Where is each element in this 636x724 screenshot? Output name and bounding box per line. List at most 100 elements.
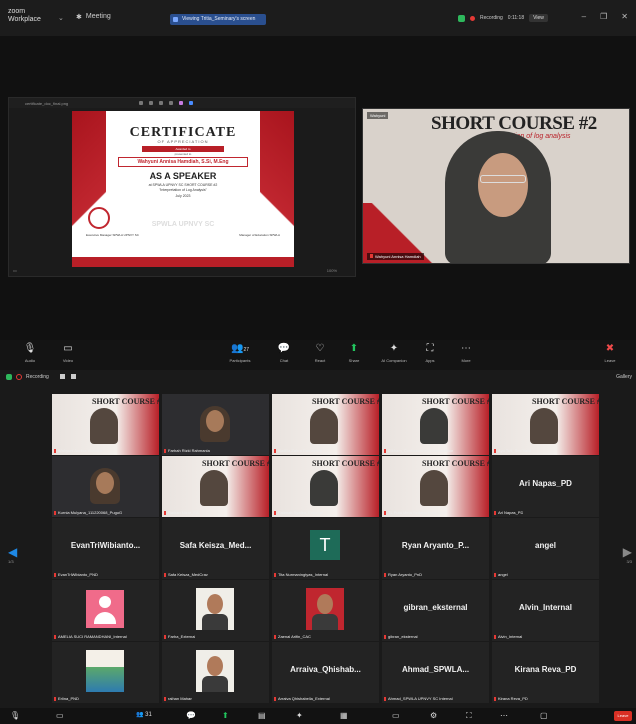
share-zoom-level[interactable]: 100% xyxy=(327,268,337,273)
captions-icon[interactable]: ⛶ xyxy=(466,711,472,721)
participant-tile[interactable]: SHORT COURSE #2 TL Putu Meta Sedana Putri… xyxy=(382,456,489,517)
stop-icon[interactable] xyxy=(71,374,76,379)
participant-tile[interactable]: SHORT COURSE #2 Fatimah Syafira_External xyxy=(272,456,379,517)
participant-count: 27 xyxy=(243,347,249,353)
participant-tile[interactable]: SHORT COURSE #2 Nadilla Zahra Damayanti xyxy=(272,394,379,455)
participant-display-name: Ahmad_SPWLA... xyxy=(401,665,470,674)
participant-tile[interactable]: angel angel xyxy=(492,518,599,579)
tool-icon[interactable] xyxy=(139,101,143,105)
participant-tile[interactable]: Ryan Aryanto_P... Ryan Aryanto_PnD xyxy=(382,518,489,579)
leave-button[interactable]: Leave xyxy=(614,711,632,721)
participant-tile[interactable]: EvanTriWibianto... EvanTriWibianto_PND xyxy=(52,518,159,579)
brand-line-1: zoom xyxy=(8,8,26,15)
participant-tile[interactable]: Erlina_PND xyxy=(52,642,159,703)
video-button[interactable]: ▭ Video xyxy=(48,340,88,370)
participant-tile[interactable]: Zaenal Arifin_CAC xyxy=(272,580,379,641)
apps-icon[interactable]: ⚙ xyxy=(430,711,437,720)
participant-tile[interactable]: Ahmad_SPWLA... Ahmad_SPWLA UPNVY SC Inter… xyxy=(382,642,489,703)
certificate-presented-to: presented to xyxy=(174,152,192,156)
apps-icon: ⛶ xyxy=(426,343,434,354)
sparkle-icon[interactable]: ✦ xyxy=(296,711,303,720)
participant-tile[interactable]: raihan Mahan xyxy=(162,642,269,703)
pause-icon[interactable] xyxy=(60,374,65,379)
tool-icon[interactable] xyxy=(159,101,163,105)
chat-button[interactable]: 💬 Chat xyxy=(264,340,304,370)
maximize-icon[interactable]: ❐ xyxy=(600,12,607,21)
participant-name: Ahmad_SPWLA UPNVY SC Internal xyxy=(388,696,453,701)
participant-tile[interactable]: SHORT COURSE #2 Raihan Nizar_EA xyxy=(162,456,269,517)
video-icon: ▭ xyxy=(63,343,73,354)
leave-icon: ✖ xyxy=(605,343,615,354)
viewing-screen-pill[interactable]: Viewing Tritia_Seminary's screen xyxy=(170,14,266,25)
active-speaker-tile[interactable]: SHORT COURSE #2 Interpretation of log an… xyxy=(362,108,630,264)
participant-tile[interactable]: SHORT COURSE #2 Dikham_Curriculum and Com… xyxy=(382,394,489,455)
more-button[interactable]: ⋯ More xyxy=(446,340,486,370)
participant-tile[interactable]: Alvin_Internal Alvin_Internal xyxy=(492,580,599,641)
participants-button[interactable]: 👥 31 xyxy=(136,711,152,718)
ai-companion-button[interactable]: ✦ AI Companion xyxy=(374,340,414,370)
participant-tile[interactable]: AMELIA SUCI RAMANDHANI_Internal xyxy=(52,580,159,641)
minimize-icon[interactable]: – xyxy=(582,12,586,21)
tool-icon[interactable] xyxy=(149,101,153,105)
mic-muted-icon xyxy=(274,510,276,515)
shield-icon[interactable] xyxy=(458,14,465,22)
participant-tile[interactable]: SHORT COURSE #2 Ayu Tuti_Sec Valid xyxy=(492,394,599,455)
participant-tile[interactable]: SHORT COURSE #2 Wahyuni Annisa Hamdiah xyxy=(52,394,159,455)
participant-tile[interactable]: gibran_eksternal gibran_eksternal xyxy=(382,580,489,641)
participant-name-tag: Zaenal Arifin_CAC xyxy=(274,634,311,639)
virtual-bg-title: SHORT COURSE #2 xyxy=(422,397,489,406)
participant-photo xyxy=(306,588,344,630)
participant-tile[interactable]: Ari Napas_PD Ari Napas_PD xyxy=(492,456,599,517)
prev-page-button[interactable]: ◀ 1/3 xyxy=(8,545,17,564)
participant-name: Farha_External xyxy=(168,634,196,639)
participant-tile[interactable]: Kirana Reva_PD Kirana Reva_PD xyxy=(492,642,599,703)
mic-muted-icon xyxy=(494,572,496,577)
notes-icon[interactable]: ▢ xyxy=(540,711,548,720)
participant-tile[interactable]: Safa Keisza_Med... Safa Keisza_MedCrav xyxy=(162,518,269,579)
leave-button[interactable]: ✖ Leave xyxy=(590,340,630,370)
mic-muted-icon xyxy=(54,510,56,515)
participants-button[interactable]: 👥27 Participants xyxy=(220,340,260,370)
certificate-recipient-name: Wahyuni Annisa Hamdiah, S.Si, M.Eng xyxy=(118,157,248,167)
participant-tile[interactable]: Farha_External xyxy=(162,580,269,641)
tool-icon[interactable] xyxy=(179,101,183,105)
viewing-screen-label: Viewing Tritia_Seminary's screen xyxy=(182,16,256,22)
mic-muted-icon xyxy=(384,448,386,453)
audio-button[interactable]: 🎙 Audio xyxy=(10,340,50,370)
participant-video xyxy=(200,470,228,506)
share-button[interactable]: ⬆ Share xyxy=(334,340,374,370)
chat-icon[interactable]: 💬 xyxy=(186,711,196,720)
tool-icon[interactable] xyxy=(169,101,173,105)
more-icon[interactable]: ⋯ xyxy=(500,711,508,720)
gallery-icon[interactable]: ▦ xyxy=(340,711,348,720)
participant-tile[interactable]: Farhah Rizki Rahmania xyxy=(162,394,269,455)
share-screen-icon[interactable]: ⬆ xyxy=(222,711,229,720)
virtual-bg-title: SHORT COURSE #2 xyxy=(202,459,269,468)
tool-icon[interactable] xyxy=(189,101,193,105)
whiteboard-icon[interactable]: ▭ xyxy=(392,711,400,720)
participant-display-name: angel xyxy=(535,541,556,550)
meeting-menu[interactable]: ✱ Meeting xyxy=(76,13,111,21)
participant-name: EvanTriWibianto_PND xyxy=(58,572,98,577)
participant-name-tag: Ari Napas_PD xyxy=(494,510,523,515)
ai-companion-label: AI Companion xyxy=(381,358,407,363)
view-button[interactable]: View xyxy=(529,14,548,22)
next-page-button[interactable]: ▶ 3/3 xyxy=(623,545,632,564)
share-window-icon[interactable]: ▭ xyxy=(13,268,17,273)
apps-button[interactable]: ⛶ Apps xyxy=(410,340,450,370)
view-toggle[interactable]: Gallery xyxy=(616,374,632,380)
mic-muted-icon xyxy=(164,696,166,701)
video-icon[interactable]: ▭ xyxy=(56,711,64,720)
participant-name: Erlina_PND xyxy=(58,696,79,701)
document-icon[interactable]: ▤ xyxy=(258,711,266,720)
participant-tile[interactable]: Arraiva_Qhishab... Arraiva Qhishabella_Ex… xyxy=(272,642,379,703)
chevron-down-icon[interactable]: ⌄ xyxy=(58,14,64,22)
shield-icon[interactable] xyxy=(6,374,12,380)
recording-area: Recording 0:11:18 View xyxy=(458,14,548,22)
participant-tile[interactable]: T Tita Nurmaningtyas_Internal xyxy=(272,518,379,579)
mic-muted-icon xyxy=(164,448,166,453)
participant-name: Ari Napas_PD xyxy=(498,510,524,515)
close-icon[interactable]: ✕ xyxy=(621,12,628,21)
microphone-icon[interactable]: 🎙 xyxy=(10,711,20,720)
participant-tile[interactable]: Kurnia Mulyana_111220068_PuguG xyxy=(52,456,159,517)
